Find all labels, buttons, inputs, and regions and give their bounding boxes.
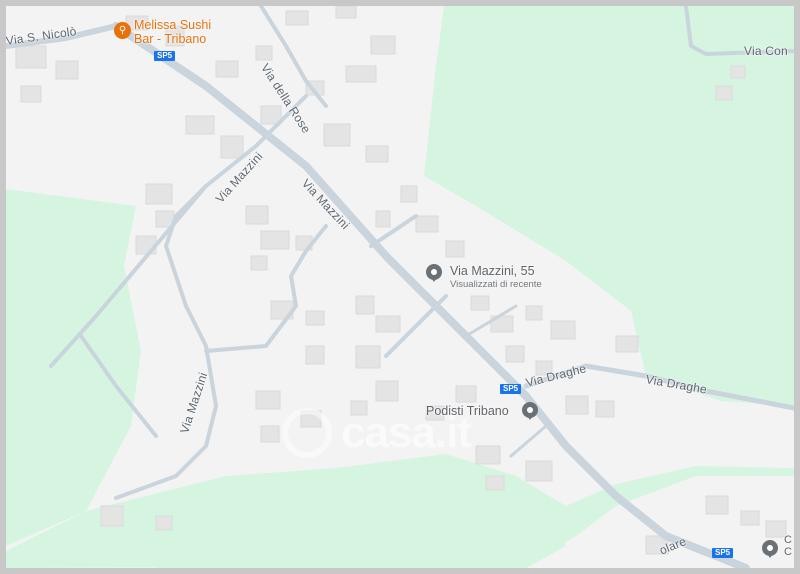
poi-edge-line1: C bbox=[784, 534, 792, 546]
map-canvas[interactable]: casa.it Via S. Nicolò Via della Rose Via… bbox=[6, 6, 794, 568]
map-frame: casa.it Via S. Nicolò Via della Rose Via… bbox=[0, 0, 800, 574]
sp5-shield-bottom: SP5 bbox=[712, 548, 734, 558]
restaurant-icon[interactable]: ⚲ bbox=[114, 22, 131, 39]
green-area-west bbox=[6, 189, 141, 546]
location-pin-icon[interactable] bbox=[762, 540, 778, 558]
sp5-shield-top: SP5 bbox=[154, 51, 176, 61]
casa-logo-icon bbox=[282, 408, 332, 458]
road-south-link bbox=[509, 424, 548, 458]
location-pin-icon[interactable] bbox=[522, 402, 538, 420]
map-base bbox=[6, 6, 794, 568]
poi-via-mazzini-55-sub: Visualizzati di recente bbox=[450, 279, 542, 290]
poi-sushi-line2: Bar - Tribano bbox=[134, 32, 207, 46]
poi-edge-name[interactable]: C C bbox=[784, 534, 792, 558]
poi-via-mazzini-55-name[interactable]: Via Mazzini, 55 bbox=[450, 264, 535, 278]
poi-podisti-name[interactable]: Podisti Tribano bbox=[426, 404, 509, 418]
sp5-shield-mid: SP5 bbox=[500, 384, 522, 394]
poi-sushi-line1: Melissa Sushi bbox=[134, 18, 212, 32]
road-label-via-con: Via Con bbox=[744, 44, 788, 58]
poi-edge-line2: C bbox=[784, 546, 792, 558]
location-pin-icon[interactable] bbox=[426, 264, 442, 282]
poi-sushi-name[interactable]: Melissa Sushi Bar - Tribano bbox=[134, 18, 211, 46]
